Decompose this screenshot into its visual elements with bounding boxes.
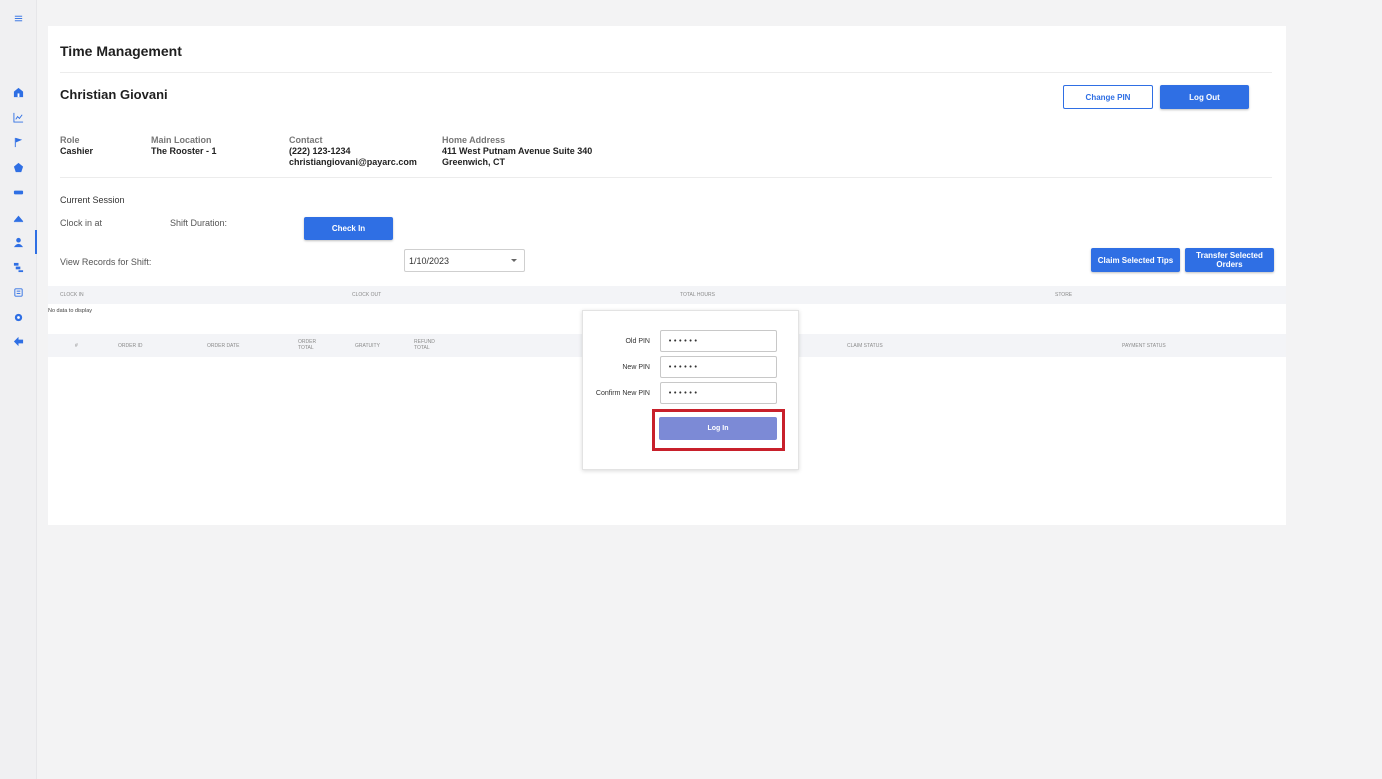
new-pin-input[interactable]: ••••••: [660, 356, 777, 378]
role-info: Role Cashier: [60, 135, 93, 157]
column-header[interactable]: ORDER DATE: [207, 343, 239, 349]
address-line1: 411 West Putnam Avenue Suite 340: [442, 146, 593, 156]
role-label: Role: [60, 135, 80, 145]
inventory-icon[interactable]: [0, 208, 36, 226]
column-header[interactable]: ORDER ID: [118, 343, 142, 349]
confirm-pin-label: Confirm New PIN: [595, 390, 650, 397]
location-info: Main Location The Rooster - 1: [151, 135, 217, 157]
phone-value: (222) 123-1234: [289, 146, 351, 156]
old-pin-label: Old PIN: [625, 338, 650, 345]
contact-info: Contact (222) 123-1234 christiangiovani@…: [289, 135, 417, 168]
org-icon[interactable]: [0, 258, 36, 276]
confirm-pin-input[interactable]: ••••••: [660, 382, 777, 404]
column-header[interactable]: ORDER TOTAL: [298, 339, 326, 351]
column-header[interactable]: CLOCK IN: [60, 292, 84, 298]
log-in-button[interactable]: Log In: [659, 417, 777, 440]
column-header[interactable]: REFUND TOTAL: [414, 339, 444, 351]
shift-date-value: 1/10/2023: [409, 255, 450, 266]
home-icon[interactable]: [0, 83, 36, 101]
settings-icon[interactable]: [0, 308, 36, 326]
address-line2: Greenwich, CT: [442, 157, 506, 167]
clock-in-label: Clock in at: [60, 218, 103, 228]
email-value: christiangiovani@payarc.com: [289, 157, 417, 167]
transfer-orders-label-1: Transfer Selected: [1196, 251, 1263, 260]
change-pin-button[interactable]: Change PIN: [1063, 85, 1153, 109]
check-in-button[interactable]: Check In: [304, 217, 393, 240]
tag-icon[interactable]: [0, 158, 36, 176]
current-session-title: Current Session: [60, 195, 125, 205]
new-pin-label: New PIN: [622, 364, 650, 371]
chart-icon[interactable]: [0, 108, 36, 126]
column-header[interactable]: TOTAL HOURS: [680, 292, 715, 298]
divider: [60, 72, 1272, 73]
user-icon[interactable]: [0, 230, 37, 254]
column-header[interactable]: CLAIM STATUS: [847, 343, 883, 349]
old-pin-input[interactable]: ••••••: [660, 330, 777, 352]
ticket-icon[interactable]: [0, 183, 36, 201]
page-title: Time Management: [60, 43, 182, 59]
menu-icon[interactable]: [0, 9, 36, 27]
back-arrow-icon[interactable]: [0, 332, 36, 350]
claim-tips-button[interactable]: Claim Selected Tips: [1091, 248, 1180, 272]
chevron-down-icon: [511, 259, 517, 262]
contact-label: Contact: [289, 135, 323, 145]
column-header[interactable]: PAYMENT STATUS: [1122, 343, 1166, 349]
role-value: Cashier: [60, 146, 94, 156]
column-header[interactable]: #: [75, 343, 78, 349]
address-label: Home Address: [442, 135, 506, 145]
sidebar: [0, 0, 37, 779]
view-records-label: View Records for Shift:: [60, 257, 152, 267]
divider: [60, 177, 1272, 178]
location-value: The Rooster - 1: [151, 146, 217, 156]
transfer-orders-button[interactable]: Transfer Selected Orders: [1185, 248, 1274, 272]
employee-name: Christian Giovani: [60, 87, 168, 102]
shift-date-select[interactable]: 1/10/2023: [404, 249, 525, 272]
change-pin-dialog: Old PIN •••••• New PIN •••••• Confirm Ne…: [582, 310, 799, 470]
column-header[interactable]: STORE: [1055, 292, 1072, 298]
column-header[interactable]: CLOCK OUT: [352, 292, 381, 298]
log-out-button[interactable]: Log Out: [1160, 85, 1249, 109]
flag-icon[interactable]: [0, 133, 36, 151]
transfer-orders-label-2: Orders: [1216, 260, 1243, 269]
address-info: Home Address 411 West Putnam Avenue Suit…: [442, 135, 592, 168]
shift-duration-label: Shift Duration:: [170, 218, 228, 228]
column-header[interactable]: GRATUITY: [355, 343, 380, 349]
shift-table-header: CLOCK IN CLOCK OUT TOTAL HOURS STORE: [48, 286, 1286, 304]
location-label: Main Location: [151, 135, 212, 145]
empty-table-message: No data to display: [48, 308, 93, 314]
list-icon[interactable]: [0, 283, 36, 301]
